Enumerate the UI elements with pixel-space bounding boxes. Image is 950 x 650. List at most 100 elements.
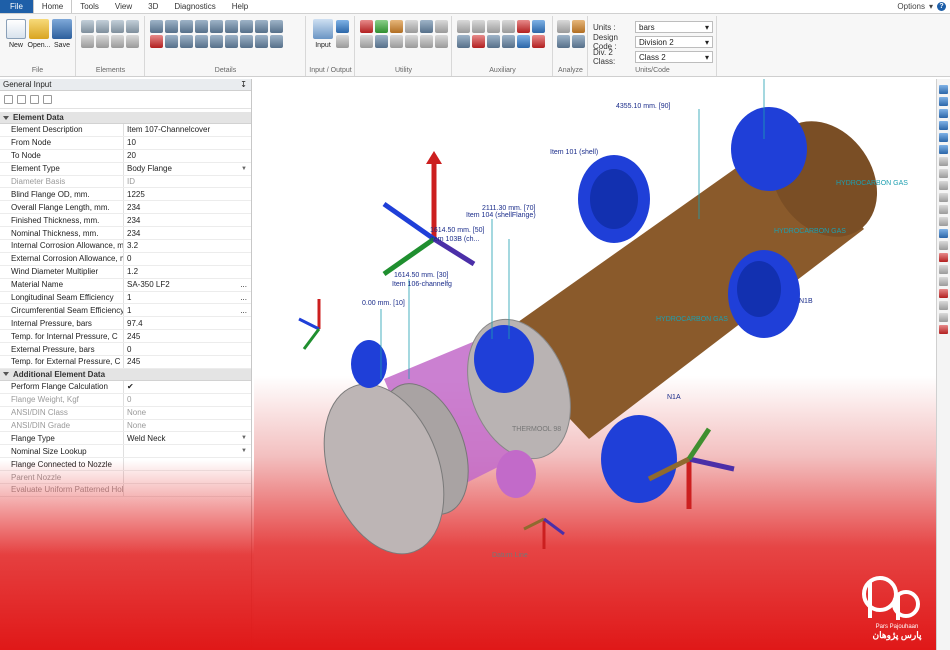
property-row[interactable]: Longitudinal Seam Efficiency 1... [0,291,251,305]
property-row[interactable]: Finished Thickness, mm. 234 [0,214,251,228]
property-row[interactable]: From Node 10 [0,136,251,150]
circle-icon[interactable] [405,35,418,48]
grid-icon[interactable] [390,35,403,48]
ellipsis-button[interactable]: ... [240,293,247,302]
analyze-b-icon[interactable] [572,20,585,33]
last-element-icon[interactable] [43,95,52,104]
filter-icon[interactable] [375,20,388,33]
hidden-line-icon[interactable] [939,193,948,202]
div2-class-select[interactable]: Class 2 ▾ [635,51,713,63]
property-row[interactable]: Material Name SA-350 LF2... [0,278,251,292]
aux-d-icon[interactable] [502,35,515,48]
property-value[interactable]: Body Flange ▼ [124,163,251,175]
liquid-icon[interactable] [255,35,268,48]
property-value[interactable]: 97.4 [124,317,251,329]
property-value[interactable]: None [124,420,251,432]
analyze-c-icon[interactable] [557,35,570,48]
shade-icon[interactable] [939,169,948,178]
measure-icon[interactable] [939,289,948,298]
zoom-icon[interactable] [405,20,418,33]
pdf-icon[interactable] [532,35,545,48]
property-value[interactable]: None [124,407,251,419]
body-flange-icon[interactable] [111,35,124,48]
skirt-icon[interactable] [126,35,139,48]
cylinder-icon[interactable] [81,20,94,33]
property-row[interactable]: Wind Diameter Multiplier 1.2 [0,265,251,279]
tubesheet-icon[interactable] [210,35,223,48]
chevron-down-icon[interactable]: ▾ [929,2,933,11]
property-value[interactable]: 3.2 [124,240,251,252]
walk-icon[interactable] [939,277,948,286]
aux-c-icon[interactable] [487,35,500,48]
sort-icon[interactable] [360,20,373,33]
property-value[interactable]: 0 [124,394,251,406]
stiffener-icon[interactable] [150,20,163,33]
camera-icon[interactable] [502,20,515,33]
view-front-icon[interactable] [939,85,948,94]
section-element-data[interactable]: Element Data [0,112,251,124]
platform-icon[interactable] [210,20,223,33]
units-select[interactable]: bars ▾ [635,21,713,33]
property-value[interactable] [124,458,251,470]
property-row[interactable]: Circumferential Seam Efficiency 1... [0,304,251,318]
tray-icon[interactable] [270,20,283,33]
select-icon[interactable] [939,253,948,262]
property-value[interactable]: Weld Neck ▼ [124,432,251,444]
saddle-icon[interactable] [150,35,163,48]
property-value[interactable]: 0 [124,343,251,355]
aux-b-icon[interactable] [472,35,485,48]
analyze-d-icon[interactable] [572,35,585,48]
3d-viewport[interactable]: 4355.10 mm. [90] Item 101 (shell) 2111.3… [254,79,936,650]
property-row[interactable]: To Node 20 [0,149,251,163]
next-element-icon[interactable] [30,95,39,104]
view-top-icon[interactable] [939,109,948,118]
wireframe-icon[interactable] [939,181,948,190]
property-value[interactable]: Item 107-Channelcover [124,124,251,136]
lug-icon[interactable] [165,35,178,48]
previous-element-icon[interactable] [17,95,26,104]
torispherical-icon[interactable] [81,35,94,48]
property-row[interactable]: ANSI/DIN Grade None [0,419,251,433]
property-row[interactable]: External Pressure, bars 0 [0,343,251,357]
help-icon[interactable]: ? [937,2,946,11]
property-value[interactable]: 1.2 [124,266,251,278]
property-value[interactable]: 234 [124,201,251,213]
property-row[interactable]: Flange Connected to Nozzle [0,458,251,472]
force-icon[interactable] [195,20,208,33]
property-value[interactable] [124,484,251,496]
property-row[interactable]: Internal Corrosion Allowance, mm. 3.2 [0,240,251,253]
property-value[interactable]: 1... [124,292,251,304]
property-row[interactable]: ANSI/DIN Class None [0,406,251,420]
analyze-a-icon[interactable] [557,20,570,33]
tab-view[interactable]: View [107,0,140,13]
view-iso-icon[interactable] [939,157,948,166]
lining-icon[interactable] [255,20,268,33]
calculator-icon[interactable] [390,20,403,33]
rotate-icon[interactable] [939,229,948,238]
aux-a-icon[interactable] [457,35,470,48]
stop-icon[interactable] [517,20,530,33]
section-icon[interactable] [939,301,948,310]
globe-icon[interactable] [532,20,545,33]
property-row[interactable]: Overall Flange Length, mm. 234 [0,201,251,215]
property-row[interactable]: Temp. for Internal Pressure, C 245 [0,330,251,344]
welded-flat-icon[interactable] [126,20,139,33]
hole-icon[interactable] [420,35,433,48]
design-code-select[interactable]: Division 2 ▾ [635,36,713,48]
property-row[interactable]: Flange Type Weld Neck ▼ [0,432,251,446]
options-menu[interactable]: Options [897,2,925,11]
halfpipe-icon[interactable] [195,35,208,48]
section-additional-element-data[interactable]: Additional Element Data [0,368,251,381]
tab-diagnostics[interactable]: Diagnostics [166,0,223,13]
photo-icon[interactable] [472,20,485,33]
property-value[interactable]: 0 [124,253,251,265]
pointer-icon[interactable] [939,265,948,274]
property-value[interactable] [124,471,251,483]
dropdown-arrow-icon[interactable]: ▼ [241,448,247,454]
aux-e-icon[interactable] [517,35,530,48]
lambda-icon[interactable] [435,20,448,33]
leg-icon[interactable] [180,35,193,48]
zoom-window-icon[interactable] [939,217,948,226]
tab-3d[interactable]: 3D [140,0,166,13]
view-back-icon[interactable] [939,97,948,106]
